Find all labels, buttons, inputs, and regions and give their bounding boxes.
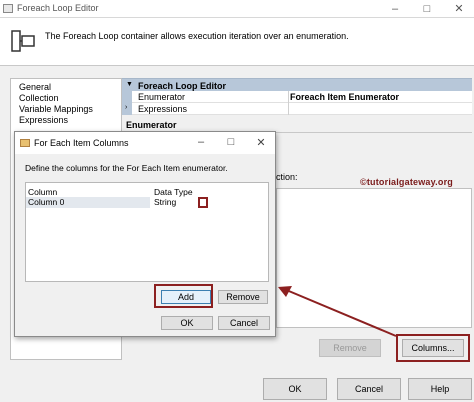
dialog-close-icon[interactable]: ✕ bbox=[253, 136, 269, 149]
property-name: Enumerator bbox=[138, 92, 186, 102]
ok-button[interactable]: OK bbox=[263, 378, 327, 400]
watermark-text: ©tutorialgateway.org bbox=[360, 177, 453, 187]
data-type-highlight-box bbox=[198, 197, 208, 208]
property-row-enumerator[interactable]: Enumerator Foreach Item Enumerator bbox=[122, 91, 472, 103]
foreach-container-icon bbox=[11, 30, 35, 52]
dialog-ok-button[interactable]: OK bbox=[161, 316, 213, 330]
dialog-description: Define the columns for the For Each Item… bbox=[25, 163, 228, 173]
dialog-icon bbox=[20, 139, 30, 147]
header-band: The Foreach Loop container allows execut… bbox=[0, 18, 474, 66]
cancel-button[interactable]: Cancel bbox=[337, 378, 401, 400]
header-description: The Foreach Loop container allows execut… bbox=[45, 31, 349, 41]
expand-chevron-icon[interactable]: › bbox=[125, 104, 127, 111]
window-icon bbox=[3, 4, 13, 13]
property-row-expressions[interactable]: › Expressions bbox=[122, 103, 472, 115]
property-group-header[interactable]: ▼ Foreach Loop Editor bbox=[122, 78, 472, 91]
column-divider bbox=[288, 91, 289, 103]
minimize-icon[interactable]: – bbox=[380, 1, 410, 17]
dialog-title: For Each Item Columns bbox=[34, 138, 129, 148]
close-icon[interactable]: ✕ bbox=[444, 1, 474, 17]
property-name: Expressions bbox=[138, 104, 188, 114]
for-each-item-columns-dialog: For Each Item Columns – □ ✕ Define the c… bbox=[14, 131, 276, 337]
property-value[interactable]: Foreach Item Enumerator bbox=[290, 92, 399, 102]
dialog-maximize-icon[interactable]: □ bbox=[223, 136, 239, 148]
dialog-minimize-icon[interactable]: – bbox=[193, 136, 209, 148]
column-divider bbox=[288, 103, 289, 115]
remove-button[interactable]: Remove bbox=[319, 339, 381, 357]
help-button[interactable]: Help bbox=[408, 378, 472, 400]
data-type-header: Data Type bbox=[154, 187, 193, 197]
items-grid[interactable] bbox=[276, 188, 472, 328]
nav-item-expressions[interactable]: Expressions bbox=[19, 115, 68, 125]
dialog-cancel-button[interactable]: Cancel bbox=[218, 316, 270, 330]
dialog-title-bar: For Each Item Columns – □ ✕ bbox=[15, 132, 275, 154]
dialog-remove-button[interactable]: Remove bbox=[218, 290, 268, 304]
row-gutter bbox=[122, 91, 132, 103]
maximize-icon[interactable]: □ bbox=[412, 1, 442, 17]
data-type-cell[interactable]: String bbox=[152, 197, 198, 208]
nav-item-general[interactable]: General bbox=[19, 82, 51, 92]
window-title: Foreach Loop Editor bbox=[17, 3, 99, 13]
property-group-title: Foreach Loop Editor bbox=[138, 81, 227, 91]
add-highlight-box bbox=[154, 284, 213, 308]
nav-item-collection[interactable]: Collection bbox=[19, 93, 59, 103]
columns-grid[interactable]: Column Data Type Column 0 String bbox=[25, 182, 269, 282]
collapse-chevron-icon[interactable]: ▼ bbox=[126, 81, 133, 88]
columns-highlight-box bbox=[396, 334, 470, 362]
enumerator-section-title: Enumerator bbox=[126, 120, 177, 130]
column-cell[interactable]: Column 0 bbox=[26, 197, 150, 208]
main-title-bar: Foreach Loop Editor – □ ✕ bbox=[0, 0, 474, 18]
nav-item-variable-mappings[interactable]: Variable Mappings bbox=[19, 104, 93, 114]
column-header: Column bbox=[28, 187, 58, 197]
